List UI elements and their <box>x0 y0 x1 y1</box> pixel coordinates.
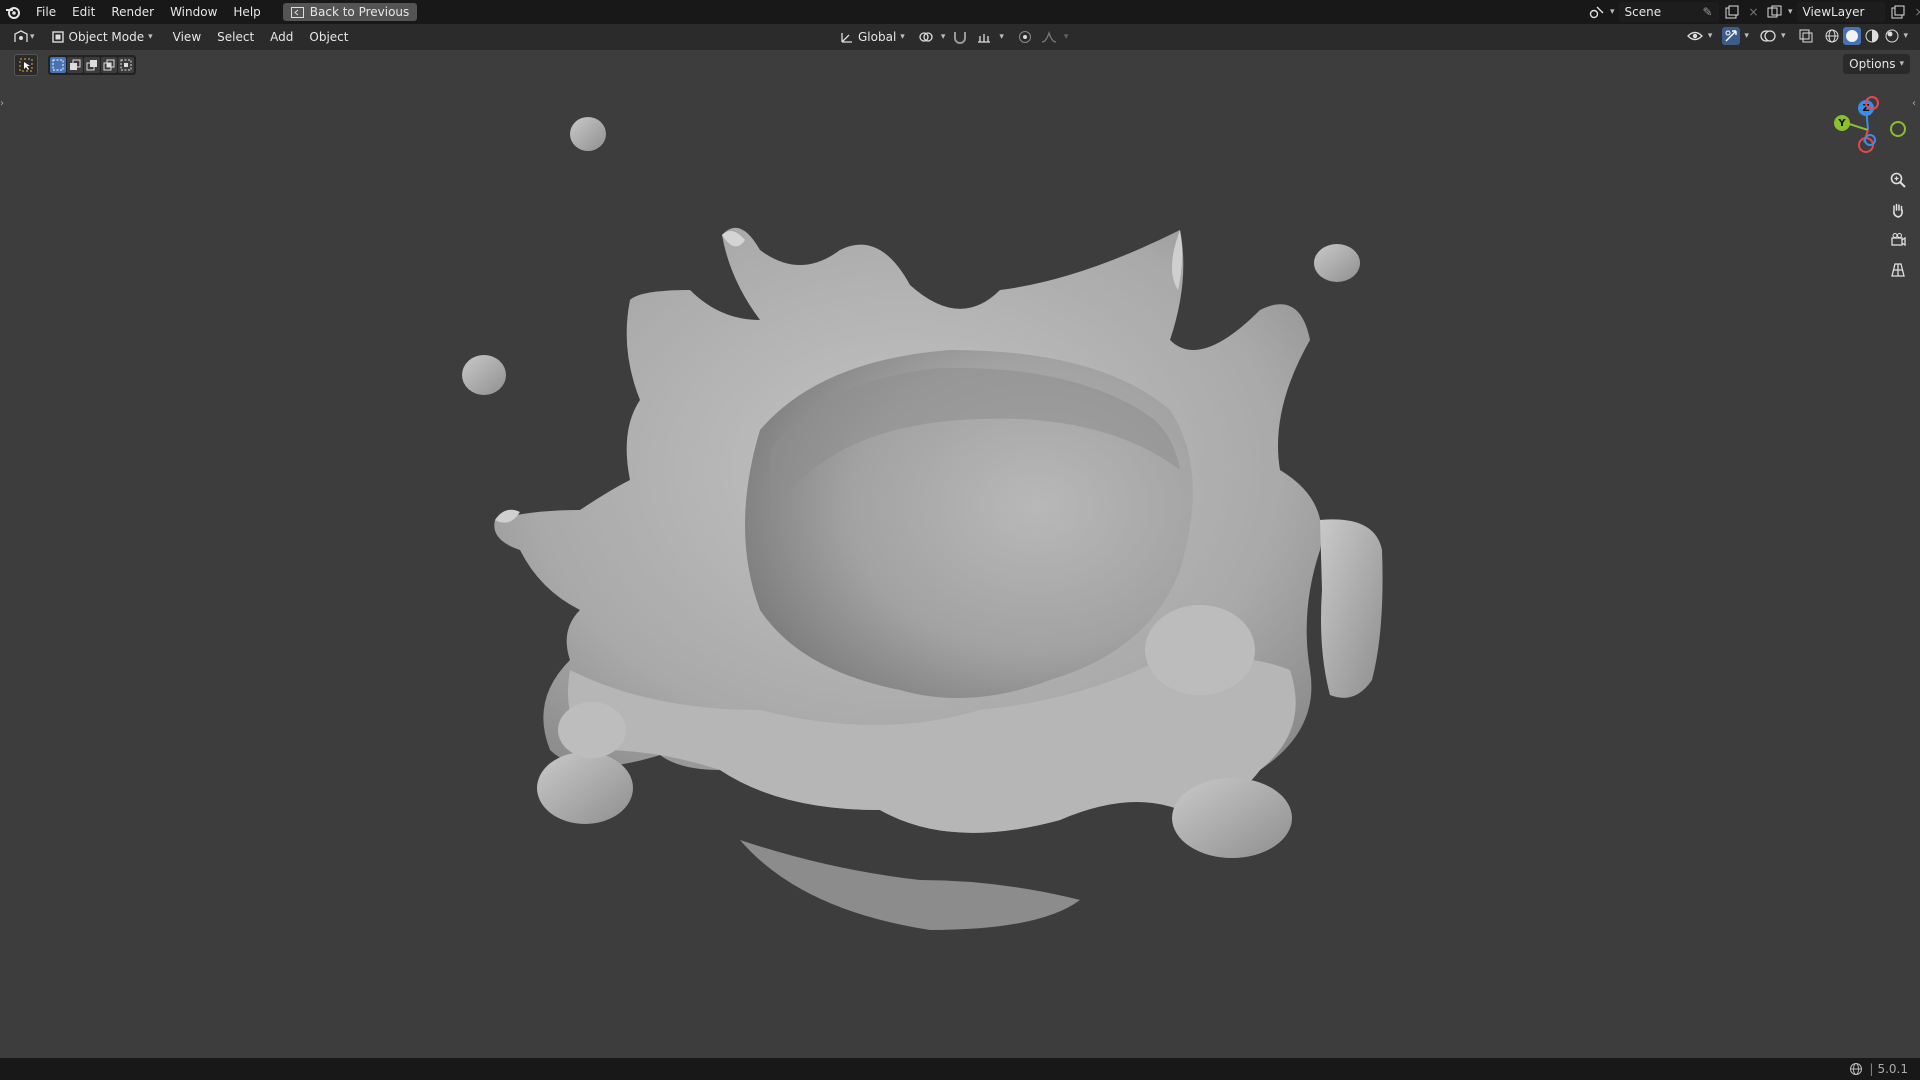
menu-select[interactable]: Select <box>209 27 262 47</box>
object-mode-icon <box>51 30 65 44</box>
rim-lobe[interactable] <box>537 752 633 824</box>
chevron-down-icon: ▾ <box>148 32 153 42</box>
gizmo-toggle-icon[interactable] <box>1722 27 1741 45</box>
material-shading-icon[interactable] <box>1863 27 1881 45</box>
new-view-layer-icon[interactable] <box>1889 3 1907 21</box>
menu-window[interactable]: Window <box>162 2 225 22</box>
scene-selector: ▾ Scene ✎ × <box>1588 2 1763 22</box>
back-icon <box>291 5 305 19</box>
globe-icon[interactable] <box>1847 1060 1865 1078</box>
chevron-down-icon[interactable]: ▾ <box>999 32 1004 42</box>
version-label: 5.0.1 <box>1877 1062 1908 1076</box>
menu-edit[interactable]: Edit <box>64 2 103 22</box>
object-mode-label: Object Mode <box>68 30 145 44</box>
transform-orientation-dropdown[interactable]: Global ▾ <box>834 27 911 47</box>
chevron-down-icon[interactable]: ▾ <box>1781 31 1786 41</box>
rim-lobe[interactable] <box>558 702 626 758</box>
viewport-display-controls: ▾ ▾ ▾ ▾ <box>1686 27 1908 45</box>
droplet[interactable] <box>570 117 606 151</box>
menu-view[interactable]: View <box>165 27 209 47</box>
close-icon[interactable]: × <box>1911 3 1920 21</box>
scene-icon[interactable] <box>1588 3 1606 21</box>
editor-type-icon[interactable] <box>12 28 30 46</box>
view-layer-selector: ▾ ViewLayer × <box>1766 2 1920 22</box>
status-bar: | 5.0.1 <box>0 1058 1920 1080</box>
rendered-shading-icon[interactable] <box>1883 27 1901 45</box>
back-to-previous-label: Back to Previous <box>309 5 410 19</box>
back-to-previous-button[interactable]: Back to Previous <box>282 3 418 21</box>
side-lobe[interactable] <box>1320 519 1383 698</box>
chevron-down-icon[interactable]: ▾ <box>1610 7 1615 17</box>
droplet[interactable] <box>1314 244 1360 282</box>
falloff-icon[interactable] <box>1040 28 1058 46</box>
overlays-icon[interactable] <box>1759 27 1777 45</box>
top-bar: File Edit Render Window Help Back to Pre… <box>0 0 1920 24</box>
3d-viewport[interactable]: › ‹ Options ▾ Z Y <box>0 50 1920 1058</box>
snap-icon[interactable] <box>951 28 969 46</box>
shading-modes: ▾ <box>1823 27 1908 45</box>
view-layer-name: ViewLayer <box>1802 5 1865 19</box>
snap-target-icon[interactable] <box>975 28 993 46</box>
viewport-header: ▾ Object Mode ▾ View Select Add Object G… <box>0 24 1920 50</box>
xray-icon[interactable] <box>1797 27 1815 45</box>
status-divider: | <box>1869 1062 1874 1076</box>
object-mode-dropdown[interactable]: Object Mode ▾ <box>45 27 159 47</box>
chevron-down-icon: ▾ <box>900 32 905 42</box>
sculpted-mesh[interactable] <box>0 50 1920 1058</box>
menu-object[interactable]: Object <box>301 27 356 47</box>
pivot-point-icon[interactable] <box>917 28 935 46</box>
view-layer-field[interactable]: ViewLayer <box>1796 2 1885 22</box>
scene-field[interactable]: Scene ✎ <box>1618 2 1719 22</box>
menu-help[interactable]: Help <box>225 2 268 22</box>
chevron-down-icon[interactable]: ▾ <box>1708 31 1713 41</box>
chevron-down-icon[interactable]: ▾ <box>1744 31 1749 41</box>
solid-shading-icon[interactable] <box>1843 27 1862 45</box>
wireframe-shading-icon[interactable] <box>1823 27 1841 45</box>
menu-file[interactable]: File <box>28 2 64 22</box>
scene-name: Scene <box>1624 5 1662 19</box>
proportional-editing-icon[interactable] <box>1016 28 1034 46</box>
new-scene-icon[interactable] <box>1723 3 1741 21</box>
crown-underside <box>740 840 1080 930</box>
orientation-label: Global <box>858 30 897 44</box>
transform-tools: Global ▾ ▾ ▾ ▾ <box>834 27 1068 47</box>
close-icon[interactable]: × <box>1745 3 1763 21</box>
blender-logo-icon[interactable] <box>4 3 22 21</box>
pin-icon[interactable]: ✎ <box>1702 5 1712 19</box>
orientation-icon <box>840 30 854 44</box>
menu-render[interactable]: Render <box>103 2 162 22</box>
chevron-down-icon[interactable]: ▾ <box>1064 32 1069 42</box>
selectability-visibility-icon[interactable] <box>1686 27 1704 45</box>
chevron-down-icon[interactable]: ▾ <box>1788 7 1793 17</box>
chevron-down-icon[interactable]: ▾ <box>1903 31 1908 41</box>
menu-add[interactable]: Add <box>262 27 301 47</box>
droplet[interactable] <box>462 355 506 395</box>
rim-lobe[interactable] <box>1145 605 1255 695</box>
chevron-down-icon[interactable]: ▾ <box>30 32 35 42</box>
rim-lobe[interactable] <box>1172 778 1292 858</box>
chevron-down-icon[interactable]: ▾ <box>941 32 946 42</box>
view-layer-icon[interactable] <box>1766 3 1784 21</box>
